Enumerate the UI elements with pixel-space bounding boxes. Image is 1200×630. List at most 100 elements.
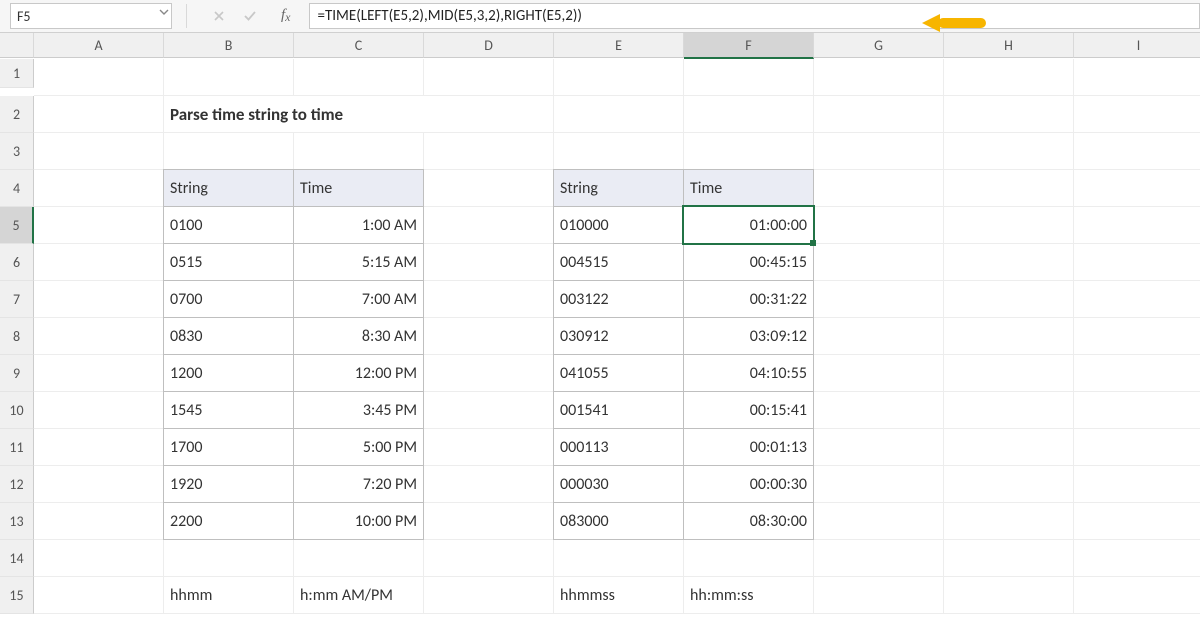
cell-E8[interactable]: 030912 xyxy=(553,317,684,355)
formula-input[interactable]: =TIME(LEFT(E5,2),MID(E5,3,2),RIGHT(E5,2)… xyxy=(309,3,1200,29)
cell-C8[interactable]: 8:30 AM xyxy=(293,317,424,355)
cell-H10[interactable] xyxy=(944,392,1074,429)
cell-C5[interactable]: 1:00 AM xyxy=(293,206,424,244)
cell-F3[interactable] xyxy=(684,133,814,170)
cell-I1[interactable] xyxy=(1074,59,1200,96)
cell-F15[interactable]: hh:mm:ss xyxy=(684,577,814,614)
cell-I5[interactable] xyxy=(1074,207,1200,244)
row-header-6[interactable]: 6 xyxy=(0,244,34,281)
cell-I9[interactable] xyxy=(1074,355,1200,392)
cell-F7[interactable]: 00:31:22 xyxy=(683,280,814,318)
name-box[interactable]: F5 xyxy=(10,3,172,29)
row-header-8[interactable]: 8 xyxy=(0,318,34,355)
cell-C6[interactable]: 5:15 AM xyxy=(293,243,424,281)
row-header-4[interactable]: 4 xyxy=(0,170,34,207)
cell-A6[interactable] xyxy=(34,244,164,281)
cell-C1[interactable] xyxy=(294,59,424,96)
cell-C9[interactable]: 12:00 PM xyxy=(293,354,424,392)
row-header-7[interactable]: 7 xyxy=(0,281,34,318)
cell-E15[interactable]: hhmmss xyxy=(554,577,684,614)
cell-H11[interactable] xyxy=(944,429,1074,466)
column-header-H[interactable]: H xyxy=(944,33,1074,58)
cell-F4[interactable]: Time xyxy=(683,169,814,207)
cell-E10[interactable]: 001541 xyxy=(553,391,684,429)
column-header-B[interactable]: B xyxy=(164,33,294,58)
cell-B9[interactable]: 1200 xyxy=(163,354,294,392)
cell-D1[interactable] xyxy=(424,59,554,96)
cell-H12[interactable] xyxy=(944,466,1074,503)
cell-G6[interactable] xyxy=(814,244,944,281)
spreadsheet-grid[interactable]: ABCDEFGHIJ12Parse time string to time34S… xyxy=(0,33,1200,614)
cell-F2[interactable] xyxy=(684,96,814,133)
column-header-D[interactable]: D xyxy=(424,33,554,58)
fx-icon[interactable]: fx xyxy=(281,7,291,25)
cell-H7[interactable] xyxy=(944,281,1074,318)
cell-G2[interactable] xyxy=(814,96,944,133)
cell-I6[interactable] xyxy=(1074,244,1200,281)
cell-A3[interactable] xyxy=(34,133,164,170)
cell-E9[interactable]: 041055 xyxy=(553,354,684,392)
cell-I12[interactable] xyxy=(1074,466,1200,503)
cell-I11[interactable] xyxy=(1074,429,1200,466)
column-header-A[interactable]: A xyxy=(34,33,164,58)
cell-H9[interactable] xyxy=(944,355,1074,392)
cell-B5[interactable]: 0100 xyxy=(163,206,294,244)
cell-F12[interactable]: 00:00:30 xyxy=(683,465,814,503)
cell-C14[interactable] xyxy=(294,540,424,577)
cell-G11[interactable] xyxy=(814,429,944,466)
row-header-13[interactable]: 13 xyxy=(0,503,34,540)
cell-E2[interactable] xyxy=(554,96,684,133)
column-header-F[interactable]: F xyxy=(684,33,814,59)
chevron-down-icon[interactable] xyxy=(159,7,169,17)
cell-A8[interactable] xyxy=(34,318,164,355)
cell-I4[interactable] xyxy=(1074,170,1200,207)
cell-D5[interactable] xyxy=(424,207,554,244)
cell-H6[interactable] xyxy=(944,244,1074,281)
column-header-I[interactable]: I xyxy=(1074,33,1200,58)
cell-E7[interactable]: 003122 xyxy=(553,280,684,318)
cell-E12[interactable]: 000030 xyxy=(553,465,684,503)
cell-D10[interactable] xyxy=(424,392,554,429)
cell-B8[interactable]: 0830 xyxy=(163,317,294,355)
cell-D13[interactable] xyxy=(424,503,554,540)
row-header-2[interactable]: 2 xyxy=(0,96,34,133)
cell-A11[interactable] xyxy=(34,429,164,466)
cell-C11[interactable]: 5:00 PM xyxy=(293,428,424,466)
cell-H14[interactable] xyxy=(944,540,1074,577)
cell-D12[interactable] xyxy=(424,466,554,503)
row-header-10[interactable]: 10 xyxy=(0,392,34,429)
cell-F8[interactable]: 03:09:12 xyxy=(683,317,814,355)
cell-I2[interactable] xyxy=(1074,96,1200,133)
cell-D11[interactable] xyxy=(424,429,554,466)
cell-I13[interactable] xyxy=(1074,503,1200,540)
cell-G3[interactable] xyxy=(814,133,944,170)
row-header-12[interactable]: 12 xyxy=(0,466,34,503)
cell-D3[interactable] xyxy=(424,133,554,170)
cell-B2[interactable]: Parse time string to time xyxy=(164,96,554,133)
row-header-14[interactable]: 14 xyxy=(0,540,34,577)
cell-B1[interactable] xyxy=(164,59,294,96)
cell-B7[interactable]: 0700 xyxy=(163,280,294,318)
cell-H5[interactable] xyxy=(944,207,1074,244)
cell-B3[interactable] xyxy=(164,133,294,170)
cell-A13[interactable] xyxy=(34,503,164,540)
cell-G7[interactable] xyxy=(814,281,944,318)
cell-H13[interactable] xyxy=(944,503,1074,540)
cell-G12[interactable] xyxy=(814,466,944,503)
cell-D14[interactable] xyxy=(424,540,554,577)
cell-E5[interactable]: 010000 xyxy=(553,206,684,244)
cell-B10[interactable]: 1545 xyxy=(163,391,294,429)
cell-B15[interactable]: hhmm xyxy=(164,577,294,614)
cell-G10[interactable] xyxy=(814,392,944,429)
cell-F1[interactable] xyxy=(684,59,814,96)
cell-G15[interactable] xyxy=(814,577,944,614)
row-header-1[interactable]: 1 xyxy=(0,59,34,88)
cell-A12[interactable] xyxy=(34,466,164,503)
cell-C13[interactable]: 10:00 PM xyxy=(293,502,424,540)
cell-A15[interactable] xyxy=(34,577,164,614)
cell-C7[interactable]: 7:00 AM xyxy=(293,280,424,318)
cell-I10[interactable] xyxy=(1074,392,1200,429)
cell-E11[interactable]: 000113 xyxy=(553,428,684,466)
cell-C3[interactable] xyxy=(294,133,424,170)
cell-A10[interactable] xyxy=(34,392,164,429)
